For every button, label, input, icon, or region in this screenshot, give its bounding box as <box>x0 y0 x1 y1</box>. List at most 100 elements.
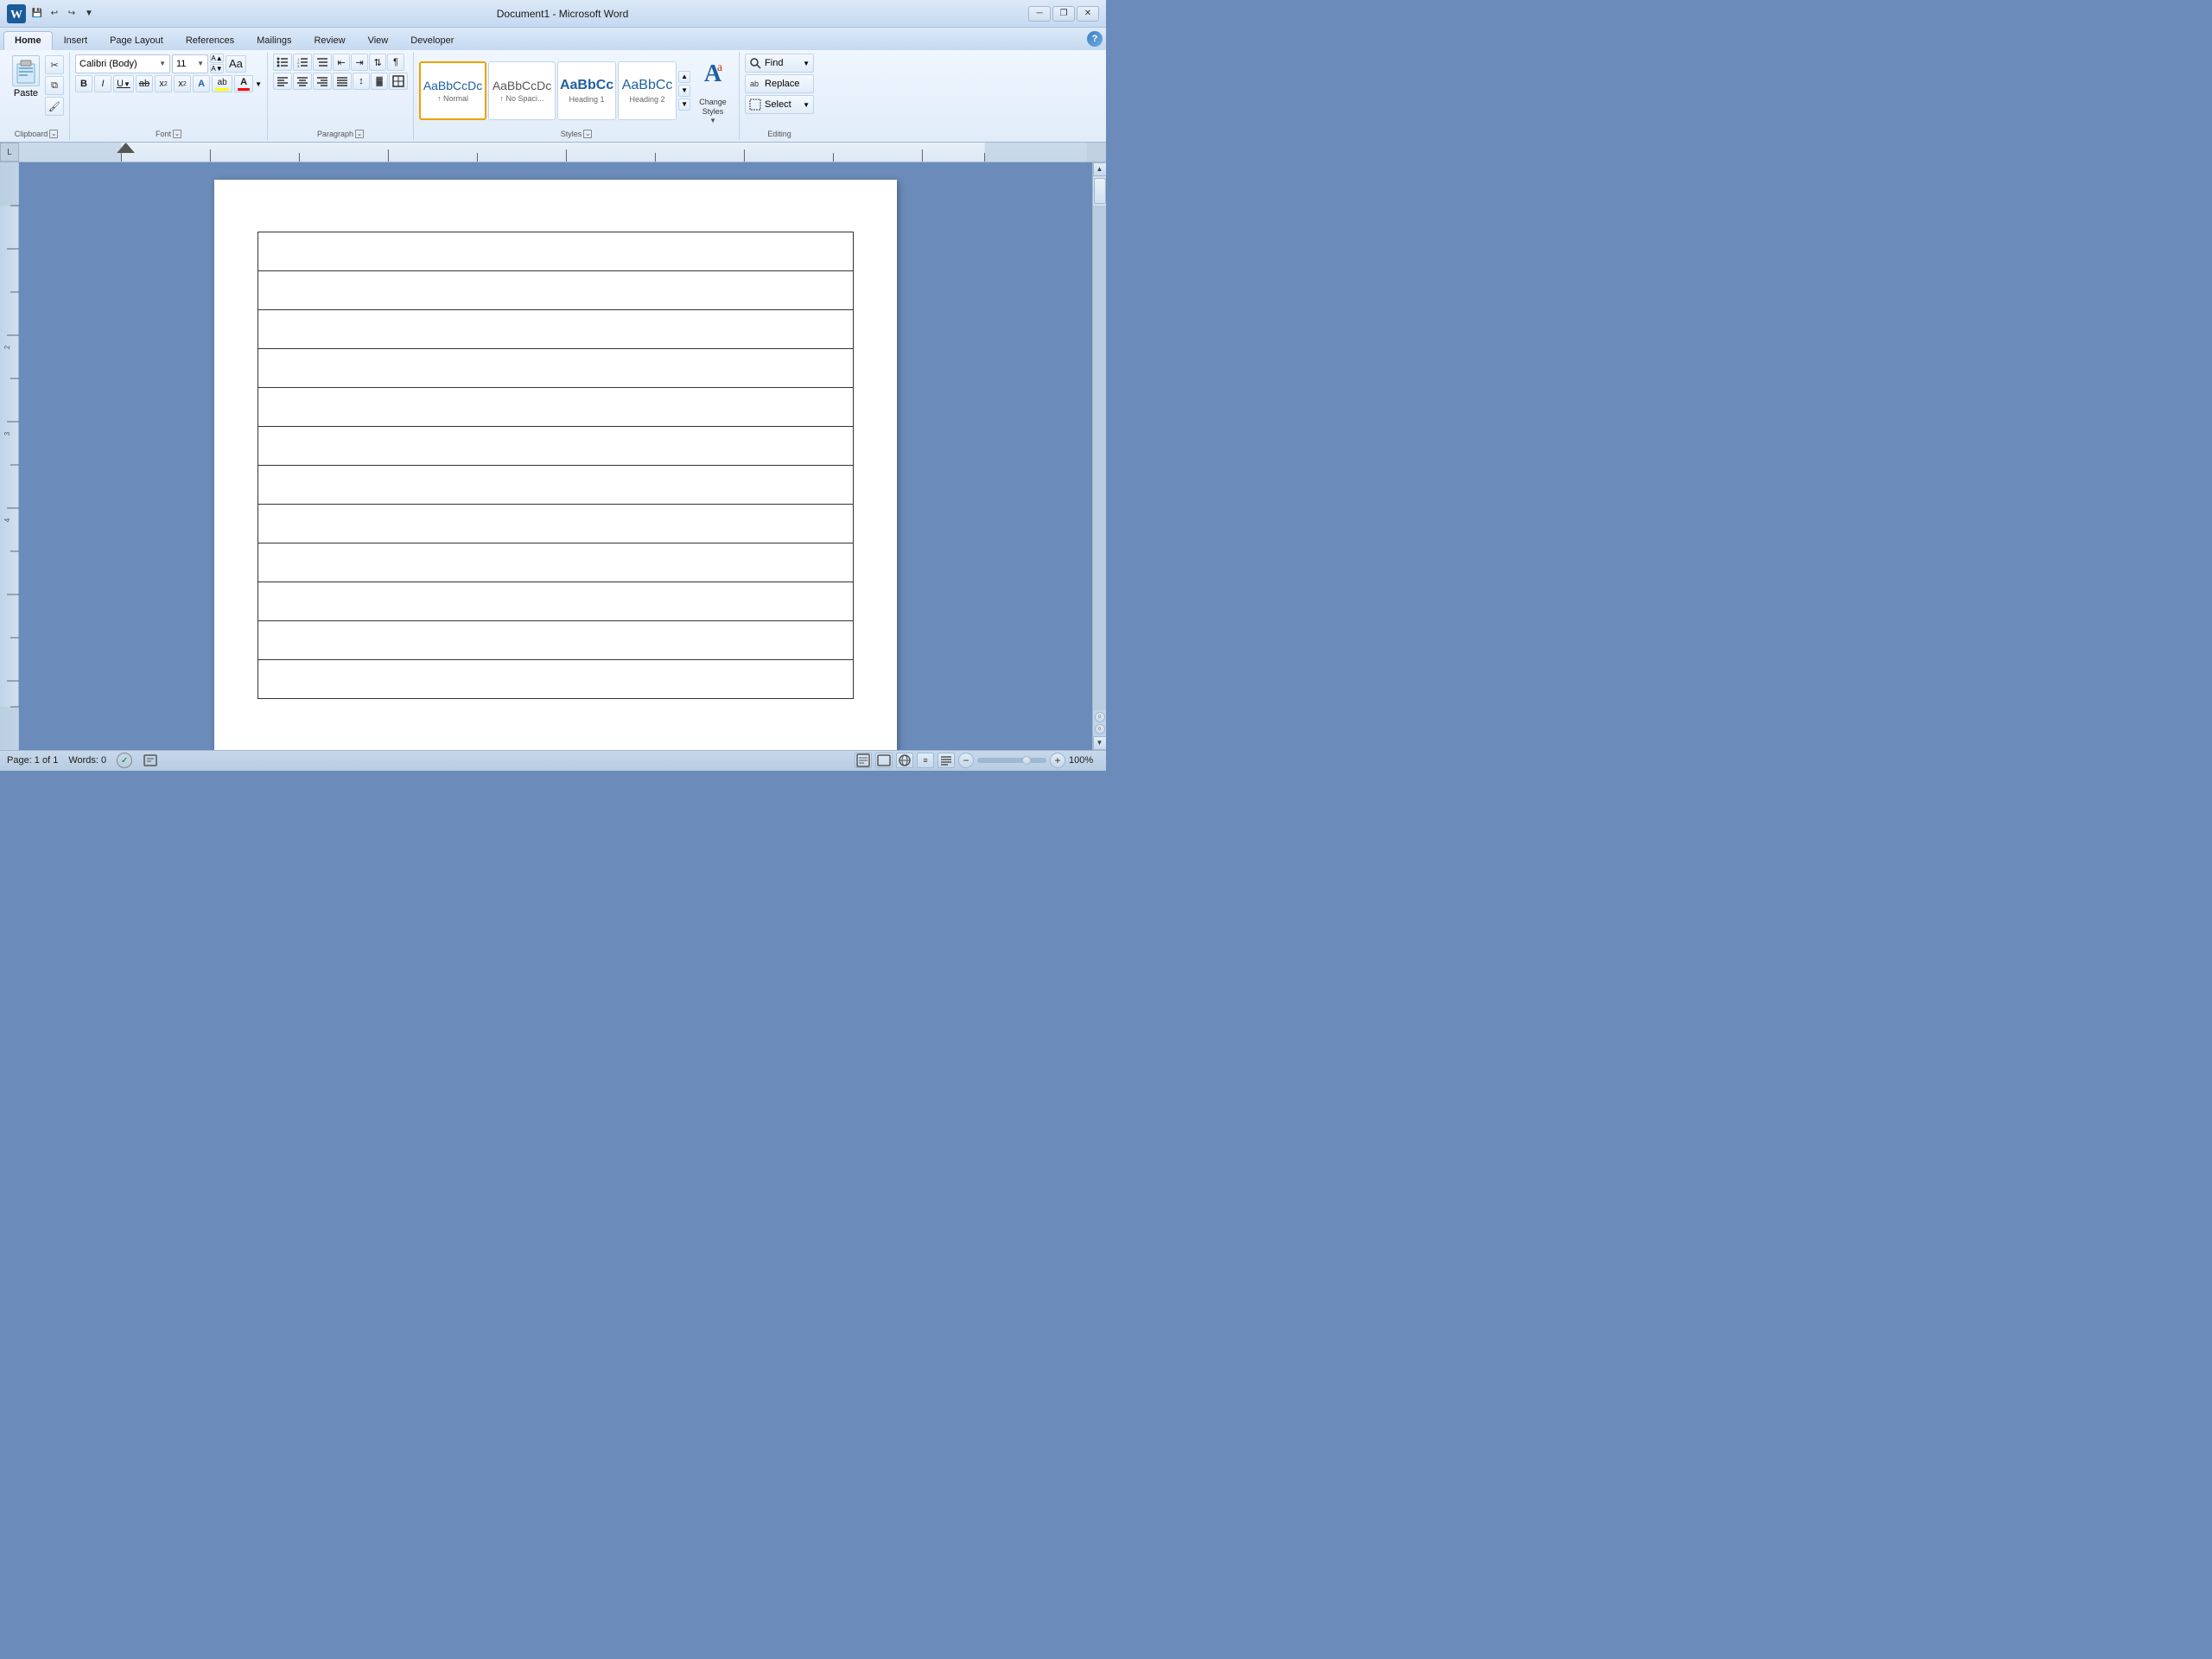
font-color-arrow[interactable]: ▼ <box>255 80 262 88</box>
document-table[interactable] <box>257 232 854 699</box>
tab-review[interactable]: Review <box>302 31 356 50</box>
clipboard-expand[interactable]: ⌄ <box>49 130 58 138</box>
scroll-up-btn[interactable]: ▲ <box>1093 162 1107 176</box>
font-family-select[interactable]: Calibri (Body) ▼ <box>75 54 170 73</box>
sort-btn[interactable]: ⇅ <box>369 54 386 71</box>
close-btn[interactable]: ✕ <box>1077 6 1099 22</box>
italic-btn[interactable]: I <box>94 75 111 92</box>
find-button[interactable]: Find ▼ <box>745 54 814 73</box>
align-center-btn[interactable] <box>293 73 312 90</box>
table-row[interactable] <box>258 465 854 504</box>
tab-view[interactable]: View <box>357 31 400 50</box>
highlight-btn[interactable]: ab <box>212 75 232 92</box>
table-cell[interactable] <box>258 232 854 270</box>
decrease-indent-btn[interactable]: ⇤ <box>333 54 350 71</box>
help-icon[interactable]: ? <box>1087 31 1103 47</box>
subscript-btn[interactable]: x2 <box>155 75 172 92</box>
table-row[interactable] <box>258 659 854 698</box>
borders-btn[interactable] <box>389 73 408 90</box>
document[interactable] <box>214 180 897 750</box>
replace-button[interactable]: ab Replace <box>745 74 814 93</box>
styles-expand[interactable]: ⌄ <box>583 130 592 138</box>
style-heading1-box[interactable]: AaBbCc Heading 1 <box>557 61 616 120</box>
save-quick-btn[interactable]: 💾 <box>29 6 45 22</box>
style-heading2-box[interactable]: AaBbCc Heading 2 <box>618 61 677 120</box>
grow-font-btn[interactable]: A▲ <box>210 54 224 63</box>
table-cell[interactable] <box>258 270 854 309</box>
table-cell[interactable] <box>258 348 854 387</box>
font-expand[interactable]: ⌄ <box>173 130 181 138</box>
tab-mailings[interactable]: Mailings <box>245 31 302 50</box>
tab-selector[interactable]: L <box>0 143 19 162</box>
spell-check-icon[interactable]: ✓ <box>117 753 132 768</box>
cut-button[interactable]: ✂ <box>45 55 64 74</box>
superscript-btn[interactable]: x2 <box>174 75 191 92</box>
scroll-option-btn-1[interactable]: ○ <box>1095 712 1105 722</box>
table-cell[interactable] <box>258 543 854 582</box>
table-cell[interactable] <box>258 582 854 620</box>
multilevel-list-btn[interactable] <box>313 54 332 71</box>
styles-scroll-up-btn[interactable]: ▲ <box>678 71 690 83</box>
undo-quick-btn[interactable]: ↩ <box>47 6 62 22</box>
font-color-btn[interactable]: A <box>234 75 253 92</box>
table-row[interactable] <box>258 504 854 543</box>
zoom-slider[interactable] <box>977 758 1046 763</box>
styles-scroll-down-btn[interactable]: ▼ <box>678 85 690 97</box>
table-row[interactable] <box>258 309 854 348</box>
redo-quick-btn[interactable]: ↪ <box>64 6 79 22</box>
align-right-btn[interactable] <box>313 73 332 90</box>
restore-btn[interactable]: ❐ <box>1052 6 1075 22</box>
table-cell[interactable] <box>258 387 854 426</box>
table-row[interactable] <box>258 270 854 309</box>
scroll-thumb[interactable] <box>1094 178 1106 204</box>
tab-developer[interactable]: Developer <box>399 31 465 50</box>
select-button[interactable]: Select ▼ <box>745 95 814 114</box>
increase-indent-btn[interactable]: ⇥ <box>351 54 368 71</box>
shading-btn[interactable]: ▓ <box>371 73 388 90</box>
format-painter-button[interactable]: 🖌 <box>45 97 64 116</box>
quick-access-dropdown-btn[interactable]: ▼ <box>81 6 97 22</box>
tab-home[interactable]: Home <box>3 31 53 50</box>
justify-btn[interactable] <box>333 73 352 90</box>
table-row[interactable] <box>258 387 854 426</box>
scroll-track[interactable] <box>1093 206 1107 710</box>
change-case-btn[interactable]: Aa <box>226 55 246 73</box>
table-cell[interactable] <box>258 426 854 465</box>
zoom-slider-thumb[interactable] <box>1022 756 1031 765</box>
text-effects-btn[interactable]: A <box>193 75 210 92</box>
table-cell[interactable] <box>258 309 854 348</box>
table-row[interactable] <box>258 620 854 659</box>
track-changes-icon[interactable] <box>143 753 158 768</box>
table-row[interactable] <box>258 543 854 582</box>
table-row[interactable] <box>258 348 854 387</box>
scroll-option-btn-2[interactable]: ○ <box>1095 724 1105 734</box>
table-cell[interactable] <box>258 659 854 698</box>
print-layout-btn[interactable] <box>855 753 872 768</box>
styles-more-btn[interactable]: ▼ <box>678 99 690 111</box>
document-area[interactable] <box>19 162 1092 750</box>
tab-insert[interactable]: Insert <box>53 31 99 50</box>
copy-button[interactable]: ⧉ <box>45 76 64 95</box>
align-left-btn[interactable] <box>273 73 292 90</box>
bold-btn[interactable]: B <box>75 75 92 92</box>
paste-button[interactable]: Paste <box>9 54 43 100</box>
tab-references[interactable]: References <box>175 31 245 50</box>
table-row[interactable] <box>258 582 854 620</box>
scroll-down-btn[interactable]: ▼ <box>1093 736 1107 750</box>
tab-page-layout[interactable]: Page Layout <box>99 31 175 50</box>
line-spacing-btn[interactable]: ↕ <box>353 73 370 90</box>
show-hide-btn[interactable]: ¶ <box>387 54 404 71</box>
zoom-out-btn[interactable]: − <box>958 753 974 768</box>
font-size-select[interactable]: 11 ▼ <box>172 54 208 73</box>
style-normal-box[interactable]: AaBbCcDc ↑ Normal <box>419 61 486 120</box>
web-layout-btn[interactable] <box>896 753 913 768</box>
numbering-btn[interactable]: 1.2.3. <box>293 54 312 71</box>
zoom-in-btn[interactable]: + <box>1050 753 1065 768</box>
full-screen-btn[interactable] <box>875 753 893 768</box>
underline-btn[interactable]: U▼ <box>113 75 134 92</box>
bullets-btn[interactable] <box>273 54 292 71</box>
table-row[interactable] <box>258 426 854 465</box>
table-cell[interactable] <box>258 504 854 543</box>
paragraph-expand[interactable]: ⌄ <box>355 130 364 138</box>
outline-view-btn[interactable]: ≡ <box>917 753 934 768</box>
